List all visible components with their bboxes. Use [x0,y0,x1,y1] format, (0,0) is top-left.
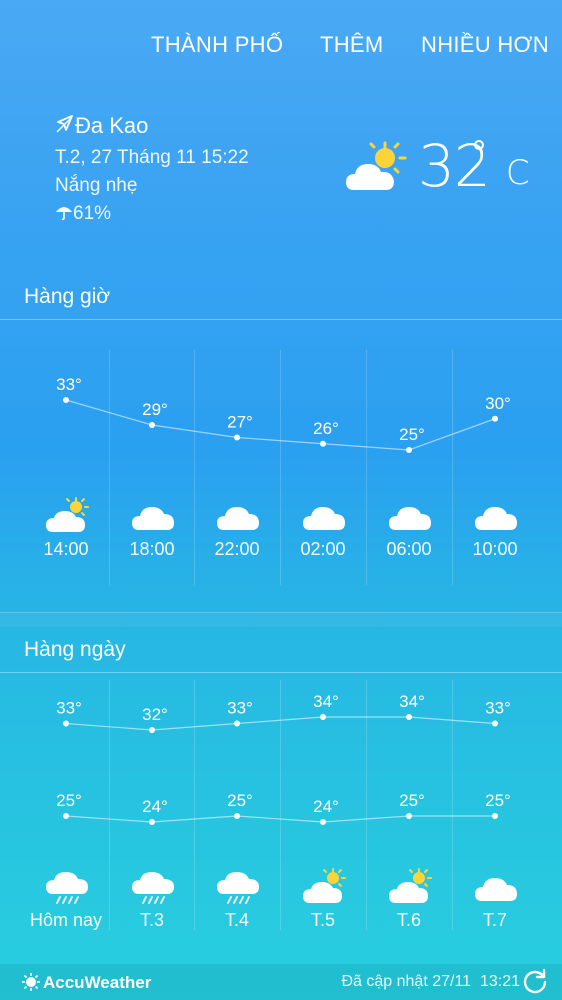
daily-high-point [492,720,498,727]
daily-low-point [406,813,412,819]
partly-sunny-icon [303,868,346,903]
daily-high-label: 33° [485,699,511,718]
partly-sunny-icon [46,497,89,532]
daily-day-label: T.5 [310,910,335,930]
hourly-temp-line [65,399,496,451]
hourly-temp-point [234,434,240,441]
precipitation: 61% [55,203,111,225]
daily-high-label: 32° [142,705,168,724]
daily-low-label: 25° [399,791,425,810]
daily-high-label: 33° [56,699,82,718]
cloud-icon [303,507,345,530]
hourly-temp-label: 27° [227,413,253,432]
cloud-icon [217,507,259,530]
updated-time: Đã cập nhật 27/11 13:21 [341,973,520,990]
daily-day-label: T.3 [139,910,164,930]
degree-symbol [474,140,484,150]
brand-label: AccuWeather [43,973,152,992]
daily-low-label: 25° [227,791,253,810]
hourly-time: 22:00 [214,539,260,559]
location-name: Đa Kao [75,113,149,138]
precip-value: 61% [73,203,112,224]
refresh-icon[interactable] [522,968,548,994]
daily-low-line [65,815,495,823]
hourly-time: 02:00 [300,539,346,559]
partly-sunny-icon [389,868,432,903]
hourly-time: 18:00 [129,539,175,559]
hourly-temp-label: 25° [399,425,425,444]
daily-high-label: 34° [399,692,425,711]
menu-add[interactable]: THÊM [320,32,384,58]
daily-high-point [320,714,326,720]
daily-low-point [149,819,155,825]
hourly-title: Hàng giờ [24,285,111,308]
daily-high-label: 34° [313,692,339,711]
cloud-icon [475,507,517,530]
hourly-temp-label: 26° [313,419,339,438]
daily-title: Hàng ngày [24,638,126,661]
daily-day-label: T.4 [224,910,249,930]
daily-high-point [406,714,412,720]
location-arrow-icon [56,115,73,133]
hourly-temperature-graph: 33° 29° 27° 26° 25° 30° [56,375,511,453]
daily-low-point [234,813,240,819]
daily-low-label: 25° [56,791,82,810]
cloud-rain-icon [132,872,174,904]
hourly-time: 14:00 [43,539,89,559]
current-temperature: 32 C [418,132,530,200]
cloud-rain-icon [46,872,88,904]
hourly-temp-label: 30° [485,394,511,413]
cloud-icon [475,878,517,901]
daily-low-point [320,819,326,825]
daily-high-point [149,727,155,733]
hourly-temp-point [406,447,412,453]
current-datetime: T.2, 27 Tháng 11 15:22 [55,147,249,168]
cloud-icon [132,507,174,530]
menu-city[interactable]: THÀNH PHỐ [151,32,283,58]
hourly-divider [0,319,562,320]
daily-low-point [492,813,498,819]
hourly-temp-point [149,422,155,428]
daily-high-point [63,720,69,727]
cloud-icon [389,507,431,530]
daily-low-point [63,813,69,819]
hourly-temp-point [320,440,326,447]
hourly-time: 06:00 [386,539,432,559]
daily-low-label: 24° [313,797,339,816]
section-gap [0,613,562,627]
hourly-temp-label: 29° [142,400,168,419]
daily-low-label: 24° [142,797,168,816]
cloud-rain-icon [217,872,259,904]
accuweather-brand[interactable]: AccuWeather [22,973,151,993]
daily-day-label: Hôm nay [29,910,103,930]
current-condition: Nắng nhẹ [55,175,138,196]
hourly-temp-point [63,397,69,403]
temperature-unit: C [505,153,530,193]
daily-low-label: 25° [485,791,511,810]
daily-day-label: T.7 [482,910,507,930]
location[interactable]: Đa Kao [55,113,148,139]
daily-day-label: T.6 [396,910,421,930]
sun-logo-icon [22,973,40,991]
partly-sunny-icon [346,141,407,190]
hourly-temp-point [492,415,498,422]
daily-divider [0,672,562,673]
daily-high-label: 33° [227,699,253,718]
menu-more[interactable]: NHIỀU HƠN [421,32,549,58]
daily-temperature-graph: 33° 32° 33° 34° 34° 33° 25° 24° 25° 24° 25° 25° [56,692,511,825]
umbrella-icon [56,207,72,221]
daily-high-point [234,720,240,727]
hourly-temp-label: 33° [56,375,82,394]
hourly-time: 10:00 [472,539,518,559]
daily-high-line [65,716,496,731]
